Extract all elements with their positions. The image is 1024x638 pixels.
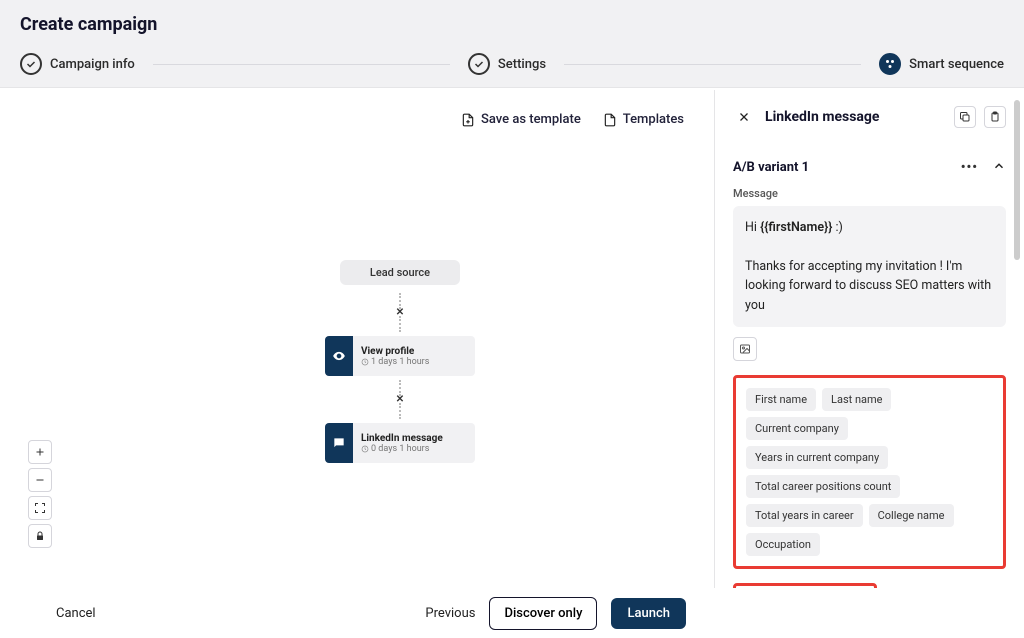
tag-college[interactable]: College name	[869, 504, 954, 527]
save-as-template-button[interactable]: Save as template	[461, 112, 581, 127]
page-header: Create campaign Campaign info Settings S…	[0, 0, 1024, 88]
templates-button[interactable]: Templates	[603, 112, 684, 127]
fit-screen-button[interactable]	[28, 496, 52, 520]
close-panel-button[interactable]	[733, 106, 755, 128]
zoom-out-button[interactable]	[28, 468, 52, 492]
lead-source-node[interactable]: Lead source	[340, 260, 460, 285]
step-label: Settings	[498, 57, 546, 72]
node-sub: 1 days 1 hours	[371, 357, 429, 367]
templates-label: Templates	[623, 112, 684, 127]
copy-button[interactable]	[954, 106, 976, 128]
message-variable: {{firstName}}	[760, 220, 832, 235]
tag-first-name[interactable]: First name	[746, 388, 816, 411]
variant-menu-icon[interactable]: •••	[961, 160, 978, 175]
variant-title: A/B variant 1	[733, 160, 809, 175]
panel-scrollbar[interactable]	[1014, 100, 1020, 260]
sequence-canvas[interactable]: Save as template Templates Lead source ✕…	[0, 90, 714, 588]
eye-icon	[325, 336, 353, 376]
node-title: View profile	[361, 346, 429, 357]
save-template-label: Save as template	[481, 112, 581, 127]
step-campaign-info[interactable]: Campaign info	[20, 53, 135, 75]
zoom-in-button[interactable]	[28, 440, 52, 464]
previous-button[interactable]: Previous	[425, 606, 475, 621]
tag-years-career[interactable]: Total years in career	[746, 504, 863, 527]
step-connector	[153, 64, 450, 65]
cancel-button[interactable]: Cancel	[56, 606, 96, 621]
remove-node-icon[interactable]: ✕	[320, 394, 480, 405]
step-label: Smart sequence	[909, 57, 1004, 72]
footer-bar: Cancel Previous Discover only Launch	[0, 588, 714, 638]
tag-career-positions[interactable]: Total career positions count	[746, 475, 900, 498]
step-settings[interactable]: Settings	[468, 53, 546, 75]
linkedin-message-node[interactable]: LinkedIn message 0 days 1 hours ⋮	[325, 423, 475, 463]
message-editor[interactable]: Hi {{firstName}} :) Thanks for accepting…	[733, 206, 1006, 327]
launch-button[interactable]: Launch	[611, 598, 686, 629]
node-sub: 0 days 1 hours	[371, 444, 429, 454]
flow-diagram: Lead source ✕ View profile 1 days 1 hour…	[320, 260, 480, 467]
remove-node-icon[interactable]: ✕	[320, 307, 480, 318]
zoom-controls	[28, 440, 52, 548]
variable-tags-box: First name Last name Current company Yea…	[733, 375, 1006, 569]
tag-occupation[interactable]: Occupation	[746, 533, 820, 556]
tag-last-name[interactable]: Last name	[822, 388, 891, 411]
add-ab-highlight: Add A/B variant	[733, 583, 877, 588]
collapse-variant-icon[interactable]	[992, 158, 1006, 177]
view-profile-node[interactable]: View profile 1 days 1 hours	[325, 336, 475, 376]
panel-title: LinkedIn message	[765, 109, 944, 125]
step-config-panel: LinkedIn message A/B variant 1 ••• Messa…	[714, 90, 1024, 588]
tag-current-company[interactable]: Current company	[746, 417, 848, 440]
paste-button[interactable]	[984, 106, 1006, 128]
insert-image-button[interactable]	[733, 337, 757, 361]
lock-button[interactable]	[28, 524, 52, 548]
discover-only-button[interactable]: Discover only	[489, 597, 597, 630]
stepper: Campaign info Settings Smart sequence	[20, 53, 1004, 87]
step-connector	[564, 64, 861, 65]
tag-years-company[interactable]: Years in current company	[746, 446, 888, 469]
message-icon	[325, 423, 353, 463]
node-title: LinkedIn message	[361, 433, 443, 444]
step-label: Campaign info	[50, 57, 135, 72]
page-title: Create campaign	[20, 14, 1004, 35]
step-smart-sequence[interactable]: Smart sequence	[879, 53, 1004, 75]
message-label: Message	[733, 187, 1006, 200]
